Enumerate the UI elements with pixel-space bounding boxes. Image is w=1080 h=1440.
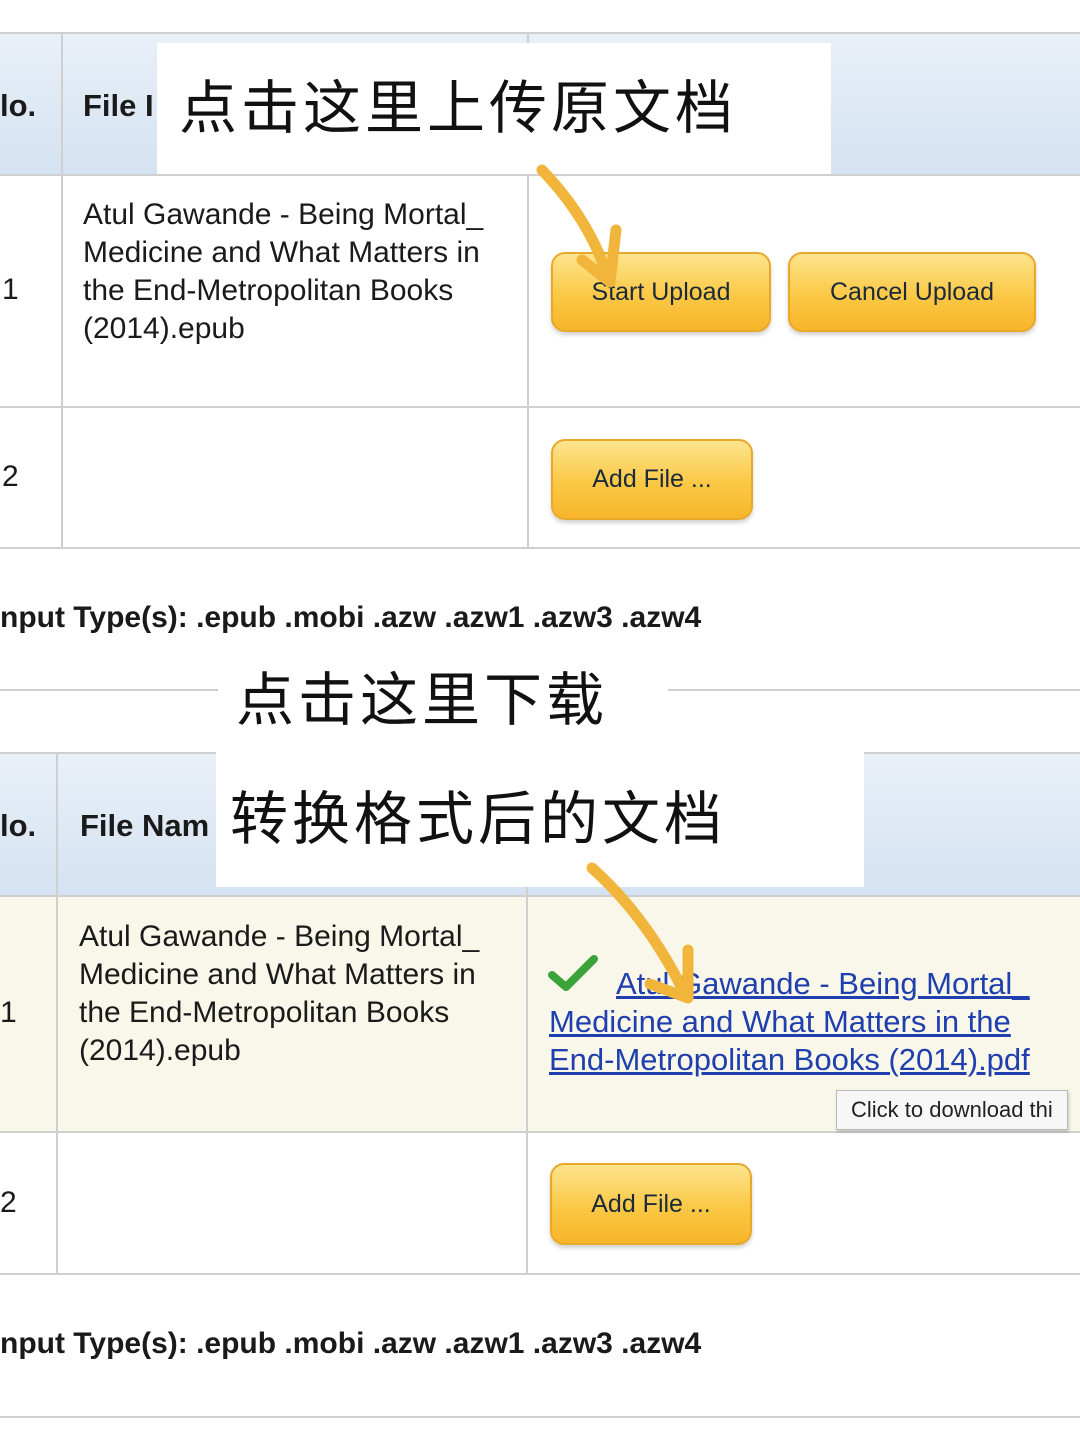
section-divider: [0, 1416, 1080, 1418]
add-file-button[interactable]: Add File ...: [550, 1163, 752, 1245]
input-types-label: nput Type(s): .epub .mobi .azw .azw1 .az…: [0, 1327, 702, 1360]
file-name: Atul Gawande - Being Mortal_ Medicine an…: [83, 198, 484, 345]
file-name: Atul Gawande - Being Mortal_ Medicine an…: [79, 920, 480, 1067]
upload-annotation: 点击这里上传原文档: [157, 43, 831, 174]
row-number: 2: [0, 1186, 17, 1219]
row-number: 1: [0, 996, 17, 1029]
row-number: 2: [2, 460, 19, 493]
col-header-no: lo.: [0, 808, 37, 843]
col-header-no: lo.: [0, 88, 37, 123]
col-divider: [56, 754, 58, 1275]
download-tooltip: Click to download thi: [836, 1090, 1068, 1130]
row-divider: [0, 547, 1080, 549]
cancel-upload-button[interactable]: Cancel Upload: [788, 252, 1036, 332]
row-divider: [0, 895, 1080, 897]
col-divider: [61, 34, 63, 549]
arrow-icon: [536, 164, 622, 288]
row-divider: [0, 1131, 1080, 1133]
row-divider: [0, 406, 1080, 408]
download-annotation-line2: 转换格式后的文档: [216, 752, 864, 887]
input-types-label: nput Type(s): .epub .mobi .azw .azw1 .az…: [0, 601, 702, 634]
row-divider: [0, 1273, 1080, 1275]
download-annotation-line1: 点击这里下载: [218, 650, 668, 750]
col-header-file: File I: [83, 88, 154, 123]
arrow-icon: [586, 862, 694, 1004]
col-header-file: File Nam: [80, 808, 210, 843]
row-number: 1: [2, 273, 19, 306]
add-file-button[interactable]: Add File ...: [551, 439, 753, 520]
